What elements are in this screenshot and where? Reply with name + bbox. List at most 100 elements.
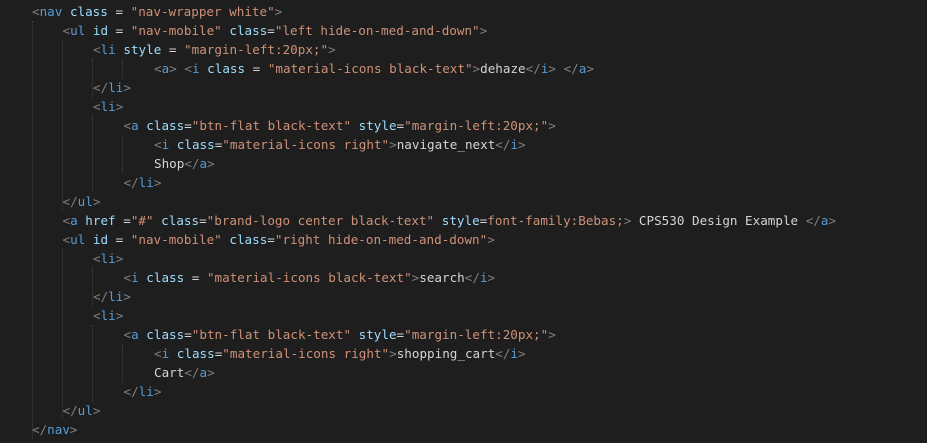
code-token: >: [487, 270, 496, 285]
code-token: "material-icons black-text": [267, 61, 473, 76]
code-token: =: [161, 42, 185, 57]
code-line[interactable]: </li>: [124, 173, 162, 192]
code-token: >: [274, 4, 283, 19]
code-line[interactable]: </ul>: [63, 401, 101, 420]
code-token: >: [207, 365, 215, 380]
code-line[interactable]: <li>: [93, 249, 123, 268]
code-token: li: [138, 175, 154, 190]
code-token: =: [108, 232, 131, 247]
code-token: "#": [130, 213, 154, 228]
code-token: ul: [77, 194, 93, 209]
code-line[interactable]: <a class="btn-flat black-text" style="ma…: [124, 325, 556, 344]
code-line[interactable]: <i class="material-icons right">shopping…: [154, 344, 526, 363]
code-token: li: [108, 289, 124, 304]
code-line[interactable]: </nav>: [32, 420, 78, 439]
code-token: CPS530 Design Example: [631, 213, 806, 228]
code-token: style: [358, 327, 397, 342]
indent-guide: [62, 249, 63, 420]
code-line[interactable]: </ul>: [63, 192, 101, 211]
indent-guide: [122, 344, 123, 382]
code-line[interactable]: <a> <i class = "material-icons black-tex…: [154, 59, 594, 78]
code-token: li: [100, 42, 116, 57]
code-line[interactable]: <nav class = "nav-wrapper white">: [32, 2, 282, 21]
code-line[interactable]: Shop</a>: [154, 154, 215, 173]
code-token: =: [123, 213, 131, 228]
code-token: >: [169, 61, 177, 76]
code-token: </: [62, 403, 78, 418]
code-token: ul: [70, 23, 86, 38]
code-token: i: [510, 137, 519, 152]
code-token: =: [184, 327, 192, 342]
code-token: class: [176, 137, 215, 152]
code-token: shopping_cart: [396, 346, 496, 361]
code-line[interactable]: <ul id = "nav-mobile" class="right hide-…: [63, 230, 495, 249]
code-token: class: [146, 118, 185, 133]
code-editor[interactable]: <nav class = "nav-wrapper white"> <ul id …: [0, 0, 927, 443]
code-token: id: [92, 23, 109, 38]
code-token: =: [184, 118, 192, 133]
code-token: =: [107, 4, 131, 19]
code-line[interactable]: Cart</a>: [154, 363, 215, 382]
code-line[interactable]: <a class="btn-flat black-text" style="ma…: [124, 116, 556, 135]
code-token: >: [548, 327, 556, 342]
code-line[interactable]: </li>: [124, 382, 162, 401]
code-token: style: [441, 213, 480, 228]
code-token: </: [495, 137, 511, 152]
code-token: >: [153, 175, 162, 190]
code-token: <: [62, 213, 71, 228]
code-token: </: [464, 270, 480, 285]
code-token: class: [146, 327, 185, 342]
code-line[interactable]: </li>: [93, 287, 131, 306]
code-token: >: [115, 251, 124, 266]
code-token: "margin-left:20px;": [404, 327, 549, 342]
code-token: =: [267, 23, 275, 38]
code-token: </: [32, 422, 48, 437]
code-token: >: [487, 232, 495, 247]
code-token: >: [518, 346, 526, 361]
code-token: a: [131, 327, 139, 342]
code-token: li: [108, 80, 124, 95]
code-token: =: [267, 232, 275, 247]
code-token: class: [207, 61, 246, 76]
code-token: =: [396, 327, 405, 342]
code-token: <: [62, 232, 71, 247]
code-line[interactable]: <i class = "material-icons black-text">s…: [124, 268, 496, 287]
code-token: >: [92, 403, 101, 418]
code-token: </: [123, 175, 139, 190]
code-token: Shop: [154, 156, 185, 171]
code-line[interactable]: <li>: [93, 306, 123, 325]
code-line[interactable]: <li style = "margin-left:20px;">: [93, 40, 336, 59]
indent-guide: [92, 325, 93, 401]
code-token: style: [358, 118, 397, 133]
indent-guide: [122, 59, 123, 78]
code-line[interactable]: <a href ="#" class="brand-logo center bl…: [63, 211, 837, 230]
code-token: nav: [47, 422, 70, 437]
code-token: i: [510, 346, 519, 361]
code-token: >: [92, 194, 101, 209]
code-token: >: [586, 61, 594, 76]
code-line[interactable]: <i class="material-icons right">navigate…: [154, 135, 526, 154]
code-token: navigate_next: [396, 137, 496, 152]
code-token: "brand-logo center black-text": [206, 213, 435, 228]
code-token: </: [184, 156, 200, 171]
code-line[interactable]: <li>: [93, 97, 123, 116]
code-token: </: [563, 61, 579, 76]
code-token: >: [153, 384, 162, 399]
code-token: <: [93, 251, 101, 266]
code-token: id: [92, 232, 109, 247]
code-token: >: [389, 346, 397, 361]
code-line[interactable]: </li>: [93, 78, 131, 97]
code-token: <: [123, 270, 132, 285]
code-token: search: [419, 270, 465, 285]
code-token: a: [131, 118, 139, 133]
code-line[interactable]: <ul id = "nav-mobile" class="left hide-o…: [63, 21, 488, 40]
code-token: <: [62, 23, 71, 38]
indent-guide: [32, 21, 33, 439]
code-token: class: [229, 232, 268, 247]
code-token: class: [161, 213, 200, 228]
